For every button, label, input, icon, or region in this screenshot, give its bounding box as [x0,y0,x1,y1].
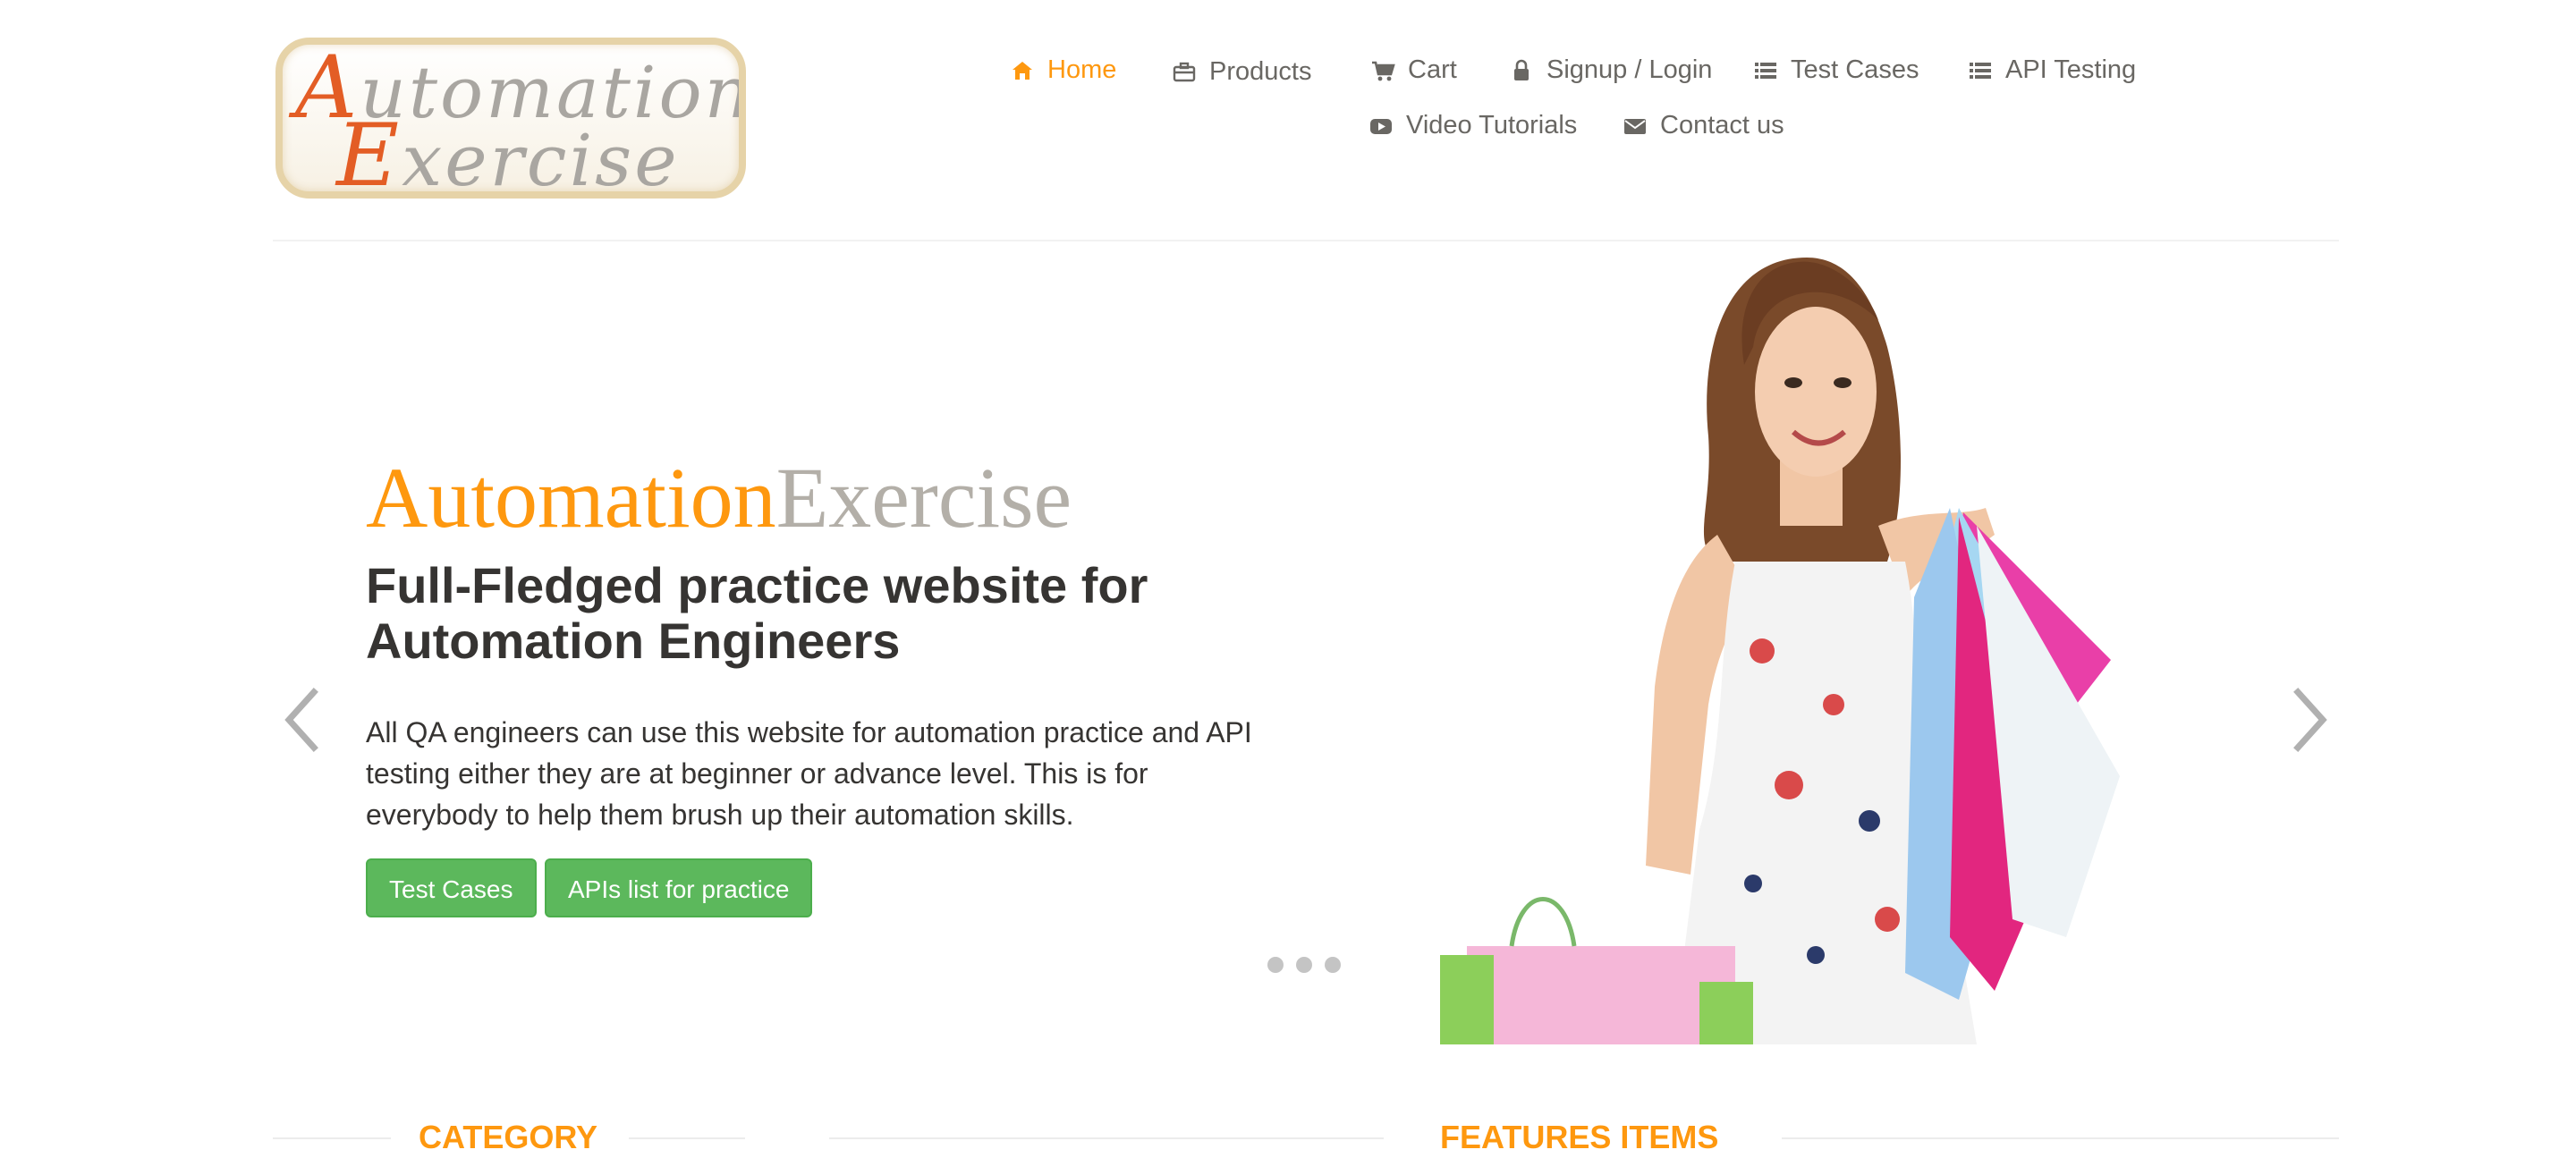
carousel-indicators [1267,957,1353,973]
hero-title-automation: Automation [366,450,776,545]
lock-icon [1509,58,1534,83]
features-items-title: FEATURES ITEMS [1440,1119,1719,1155]
apis-list-button[interactable]: APIs list for practice [545,858,813,917]
category-title: CATEGORY [419,1119,598,1155]
nav-video-tutorials-label: Video Tutorials [1406,111,1578,139]
nav-signup-login-label: Signup / Login [1546,55,1713,84]
list-icon [1753,58,1778,83]
main-nav: Home Products Cart Signup / Login Test C… [966,50,2308,148]
test-cases-button[interactable]: Test Cases [366,858,537,917]
carousel-dot-2[interactable] [1296,957,1312,973]
hero-subtitle: Full-Fledged practice website for Automa… [366,557,1148,669]
youtube-play-icon [1368,114,1394,139]
carousel-dot-3[interactable] [1325,957,1341,973]
list-icon [1968,58,1993,83]
carousel-dot-1[interactable] [1267,957,1284,973]
hero-description: All QA engineers can use this website fo… [366,716,1252,831]
carousel-prev-button[interactable] [273,680,326,760]
chevron-right-icon [2293,688,2327,752]
hero-title: AutomationExercise [366,449,1072,547]
nav-products-label: Products [1209,57,1312,86]
nav-cart[interactable]: Cart [1370,55,1457,85]
nav-cart-label: Cart [1408,55,1457,84]
nav-video-tutorials[interactable]: Video Tutorials [1368,111,1577,140]
nav-api-testing[interactable]: API Testing [1968,55,2136,85]
category-divider-right [629,1137,745,1139]
nav-contact-us[interactable]: Contact us [1623,111,1784,140]
nav-products[interactable]: Products [1172,57,1311,87]
category-divider-left [273,1137,391,1139]
carousel-next-button[interactable] [2285,680,2339,760]
hero-carousel: AutomationExercise Full-Fledged practice… [273,241,2339,1046]
envelope-icon [1623,114,1648,139]
logo-line-exercise: Exercise [336,106,680,199]
nav-signup-login[interactable]: Signup / Login [1509,55,1712,85]
site-logo[interactable]: Automation Exercise [275,38,746,199]
home-icon [1010,58,1035,83]
nav-home-label: Home [1047,55,1117,84]
cart-icon [1370,58,1395,83]
hero-image-woman-with-shopping-bags [1333,240,2191,1044]
features-divider-left [829,1137,1384,1139]
nav-home[interactable]: Home [1010,55,1116,85]
nav-test-cases-label: Test Cases [1791,55,1919,84]
features-divider-right [1782,1137,2339,1139]
nav-contact-us-label: Contact us [1660,111,1784,139]
nav-api-testing-label: API Testing [2005,55,2137,84]
chevron-left-icon [284,688,318,752]
nav-test-cases[interactable]: Test Cases [1753,55,1919,85]
briefcase-icon [1172,60,1197,85]
hero-title-exercise: Exercise [775,450,1072,545]
